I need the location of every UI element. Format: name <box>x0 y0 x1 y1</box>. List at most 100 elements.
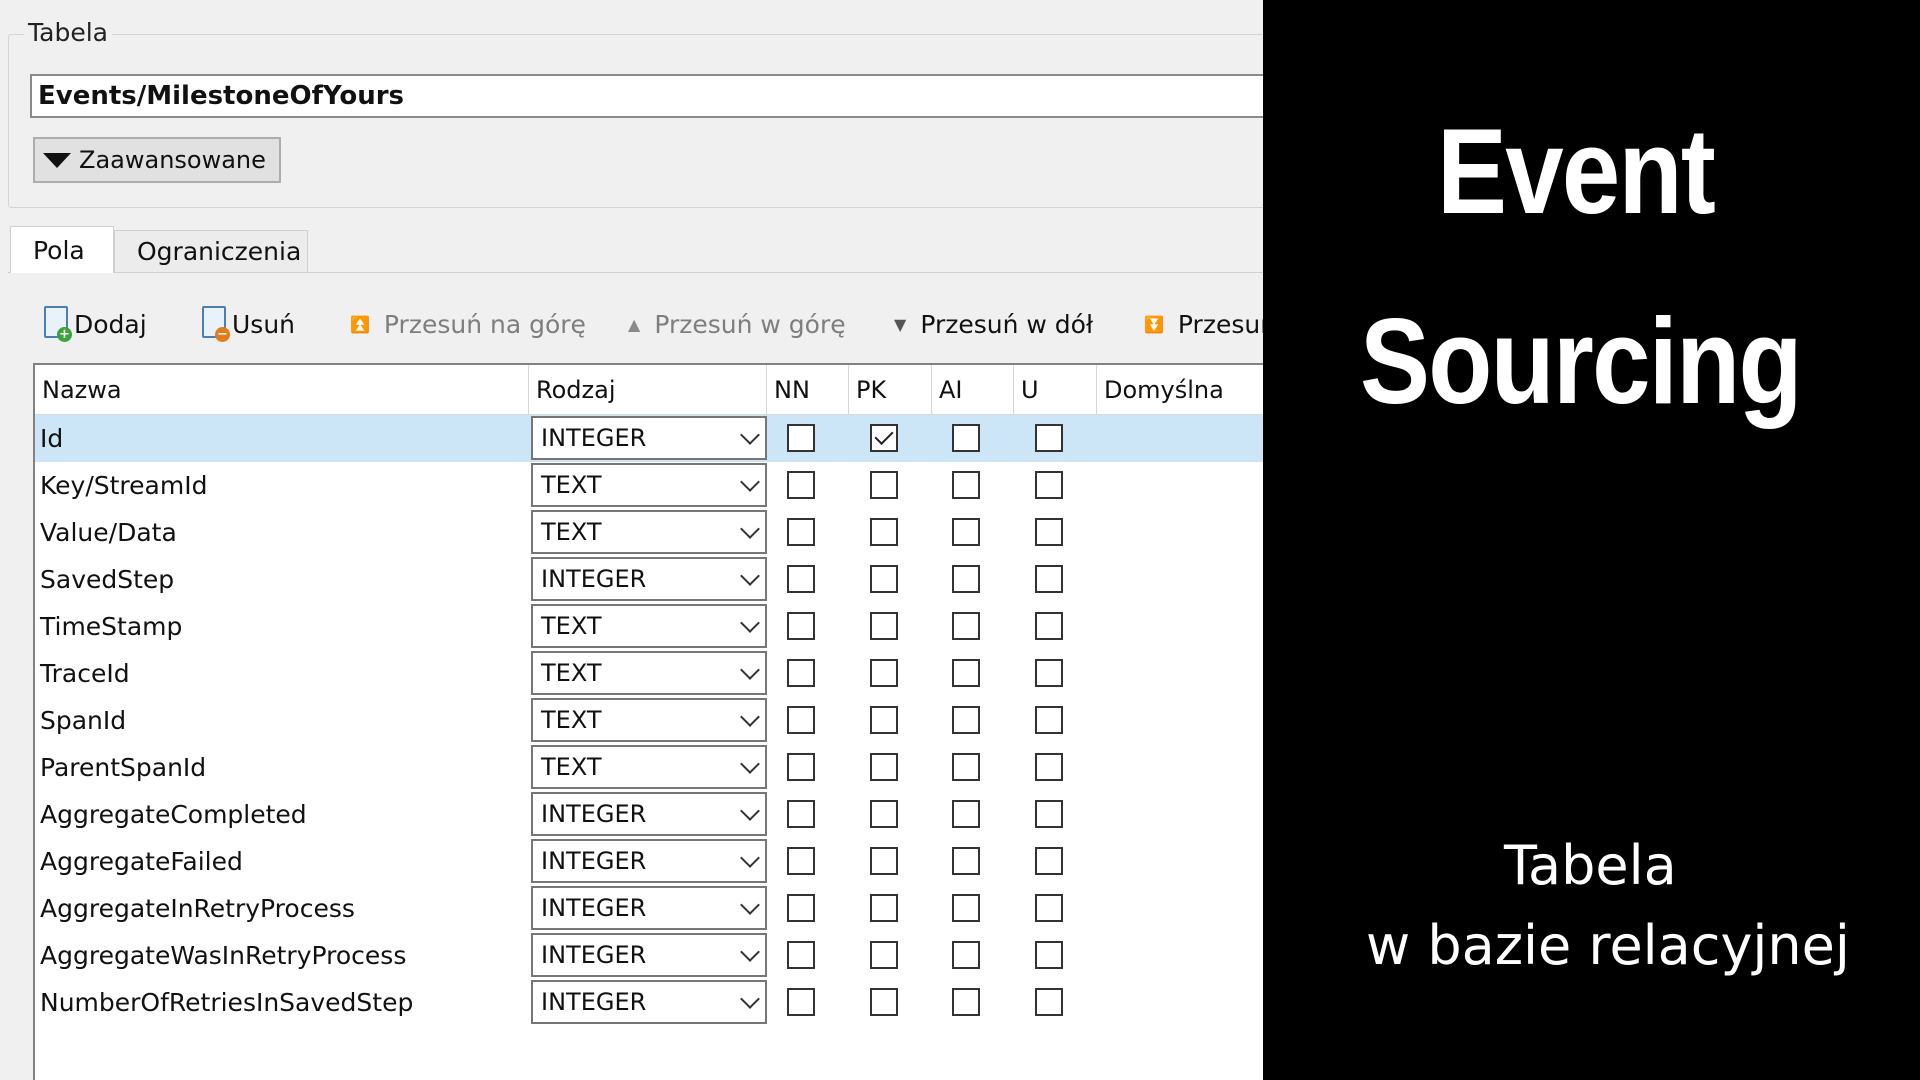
table-row[interactable]: AggregateInRetryProcess INTEGER <box>35 885 1263 932</box>
nn-checkbox[interactable] <box>787 988 815 1016</box>
field-name-cell[interactable]: SavedStep <box>40 556 174 603</box>
pk-checkbox[interactable] <box>870 518 898 546</box>
nn-checkbox[interactable] <box>787 424 815 452</box>
ai-checkbox[interactable] <box>952 612 980 640</box>
column-header-ai[interactable]: AI <box>932 365 1014 415</box>
ai-checkbox[interactable] <box>952 565 980 593</box>
field-type-select[interactable]: INTEGER <box>531 933 767 977</box>
field-name-cell[interactable]: AggregateInRetryProcess <box>40 885 355 932</box>
u-checkbox[interactable] <box>1035 565 1063 593</box>
field-type-select[interactable]: TEXT <box>531 604 767 648</box>
u-checkbox[interactable] <box>1035 612 1063 640</box>
add-field-button[interactable]: + Dodaj <box>42 306 200 342</box>
ai-checkbox[interactable] <box>952 706 980 734</box>
field-name-cell[interactable]: TimeStamp <box>40 603 182 650</box>
ai-checkbox[interactable] <box>952 894 980 922</box>
field-type-select[interactable]: INTEGER <box>531 886 767 930</box>
u-checkbox[interactable] <box>1035 518 1063 546</box>
advanced-button[interactable]: Zaawansowane <box>33 137 281 183</box>
nn-checkbox[interactable] <box>787 753 815 781</box>
remove-field-button[interactable]: − Usuń <box>200 306 350 342</box>
u-checkbox[interactable] <box>1035 706 1063 734</box>
field-type-select[interactable]: TEXT <box>531 745 767 789</box>
table-row[interactable]: TimeStamp TEXT <box>35 603 1263 650</box>
column-header-pk[interactable]: PK <box>849 365 932 415</box>
nn-checkbox[interactable] <box>787 659 815 687</box>
field-name-cell[interactable]: Key/StreamId <box>40 462 207 509</box>
move-bottom-button[interactable]: ⏬ Przesuń <box>1144 310 1263 339</box>
table-row[interactable]: TraceId TEXT <box>35 650 1263 697</box>
field-name-cell[interactable]: ParentSpanId <box>40 744 206 791</box>
ai-checkbox[interactable] <box>952 800 980 828</box>
field-name-cell[interactable]: Value/Data <box>40 509 177 556</box>
column-header-u[interactable]: U <box>1014 365 1097 415</box>
table-row[interactable]: Id INTEGER <box>35 415 1263 462</box>
nn-checkbox[interactable] <box>787 565 815 593</box>
ai-checkbox[interactable] <box>952 518 980 546</box>
u-checkbox[interactable] <box>1035 988 1063 1016</box>
field-type-select[interactable]: INTEGER <box>531 792 767 836</box>
table-row[interactable]: Value/Data TEXT <box>35 509 1263 556</box>
field-type-select[interactable]: TEXT <box>531 651 767 695</box>
nn-checkbox[interactable] <box>787 800 815 828</box>
move-down-button[interactable]: ▼ Przesuń w dół <box>894 310 1144 339</box>
field-type-select[interactable]: TEXT <box>531 463 767 507</box>
tab-fields[interactable]: Pola <box>10 226 114 273</box>
ai-checkbox[interactable] <box>952 847 980 875</box>
pk-checkbox[interactable] <box>870 706 898 734</box>
column-header-name[interactable]: Nazwa <box>35 365 529 415</box>
u-checkbox[interactable] <box>1035 941 1063 969</box>
ai-checkbox[interactable] <box>952 424 980 452</box>
u-checkbox[interactable] <box>1035 753 1063 781</box>
field-type-select[interactable]: TEXT <box>531 510 767 554</box>
nn-checkbox[interactable] <box>787 894 815 922</box>
pk-checkbox[interactable] <box>870 941 898 969</box>
tab-constraints[interactable]: Ograniczenia <box>114 230 308 272</box>
ai-checkbox[interactable] <box>952 988 980 1016</box>
pk-checkbox[interactable] <box>870 988 898 1016</box>
table-row[interactable]: AggregateFailed INTEGER <box>35 838 1263 885</box>
nn-checkbox[interactable] <box>787 471 815 499</box>
table-row[interactable]: ParentSpanId TEXT <box>35 744 1263 791</box>
table-row[interactable]: SavedStep INTEGER <box>35 556 1263 603</box>
field-name-cell[interactable]: NumberOfRetriesInSavedStep <box>40 979 413 1026</box>
pk-checkbox[interactable] <box>870 753 898 781</box>
table-row[interactable]: AggregateWasInRetryProcess INTEGER <box>35 932 1263 979</box>
field-name-cell[interactable]: AggregateCompleted <box>40 791 307 838</box>
ai-checkbox[interactable] <box>952 659 980 687</box>
pk-checkbox[interactable] <box>870 659 898 687</box>
nn-checkbox[interactable] <box>787 941 815 969</box>
ai-checkbox[interactable] <box>952 471 980 499</box>
pk-checkbox[interactable] <box>870 424 898 452</box>
ai-checkbox[interactable] <box>952 753 980 781</box>
column-header-nn[interactable]: NN <box>767 365 849 415</box>
field-type-select[interactable]: INTEGER <box>531 839 767 883</box>
move-top-button[interactable]: ⏫ Przesuń na górę <box>350 310 628 339</box>
table-row[interactable]: NumberOfRetriesInSavedStep INTEGER <box>35 979 1263 1026</box>
field-type-select[interactable]: INTEGER <box>531 980 767 1024</box>
field-name-cell[interactable]: AggregateWasInRetryProcess <box>40 932 406 979</box>
pk-checkbox[interactable] <box>870 847 898 875</box>
table-name-input[interactable]: Events/MilestoneOfYours <box>30 74 1263 118</box>
move-up-button[interactable]: ▲ Przesuń w górę <box>628 310 894 339</box>
nn-checkbox[interactable] <box>787 847 815 875</box>
table-row[interactable]: AggregateCompleted INTEGER <box>35 791 1263 838</box>
nn-checkbox[interactable] <box>787 612 815 640</box>
ai-checkbox[interactable] <box>952 941 980 969</box>
field-name-cell[interactable]: SpanId <box>40 697 126 744</box>
nn-checkbox[interactable] <box>787 706 815 734</box>
pk-checkbox[interactable] <box>870 800 898 828</box>
u-checkbox[interactable] <box>1035 424 1063 452</box>
pk-checkbox[interactable] <box>870 471 898 499</box>
field-type-select[interactable]: INTEGER <box>531 557 767 601</box>
table-row[interactable]: SpanId TEXT <box>35 697 1263 744</box>
pk-checkbox[interactable] <box>870 894 898 922</box>
nn-checkbox[interactable] <box>787 518 815 546</box>
column-header-type[interactable]: Rodzaj <box>529 365 767 415</box>
field-name-cell[interactable]: AggregateFailed <box>40 838 243 885</box>
field-type-select[interactable]: INTEGER <box>531 416 767 460</box>
u-checkbox[interactable] <box>1035 894 1063 922</box>
pk-checkbox[interactable] <box>870 565 898 593</box>
u-checkbox[interactable] <box>1035 471 1063 499</box>
table-row[interactable]: Key/StreamId TEXT <box>35 462 1263 509</box>
